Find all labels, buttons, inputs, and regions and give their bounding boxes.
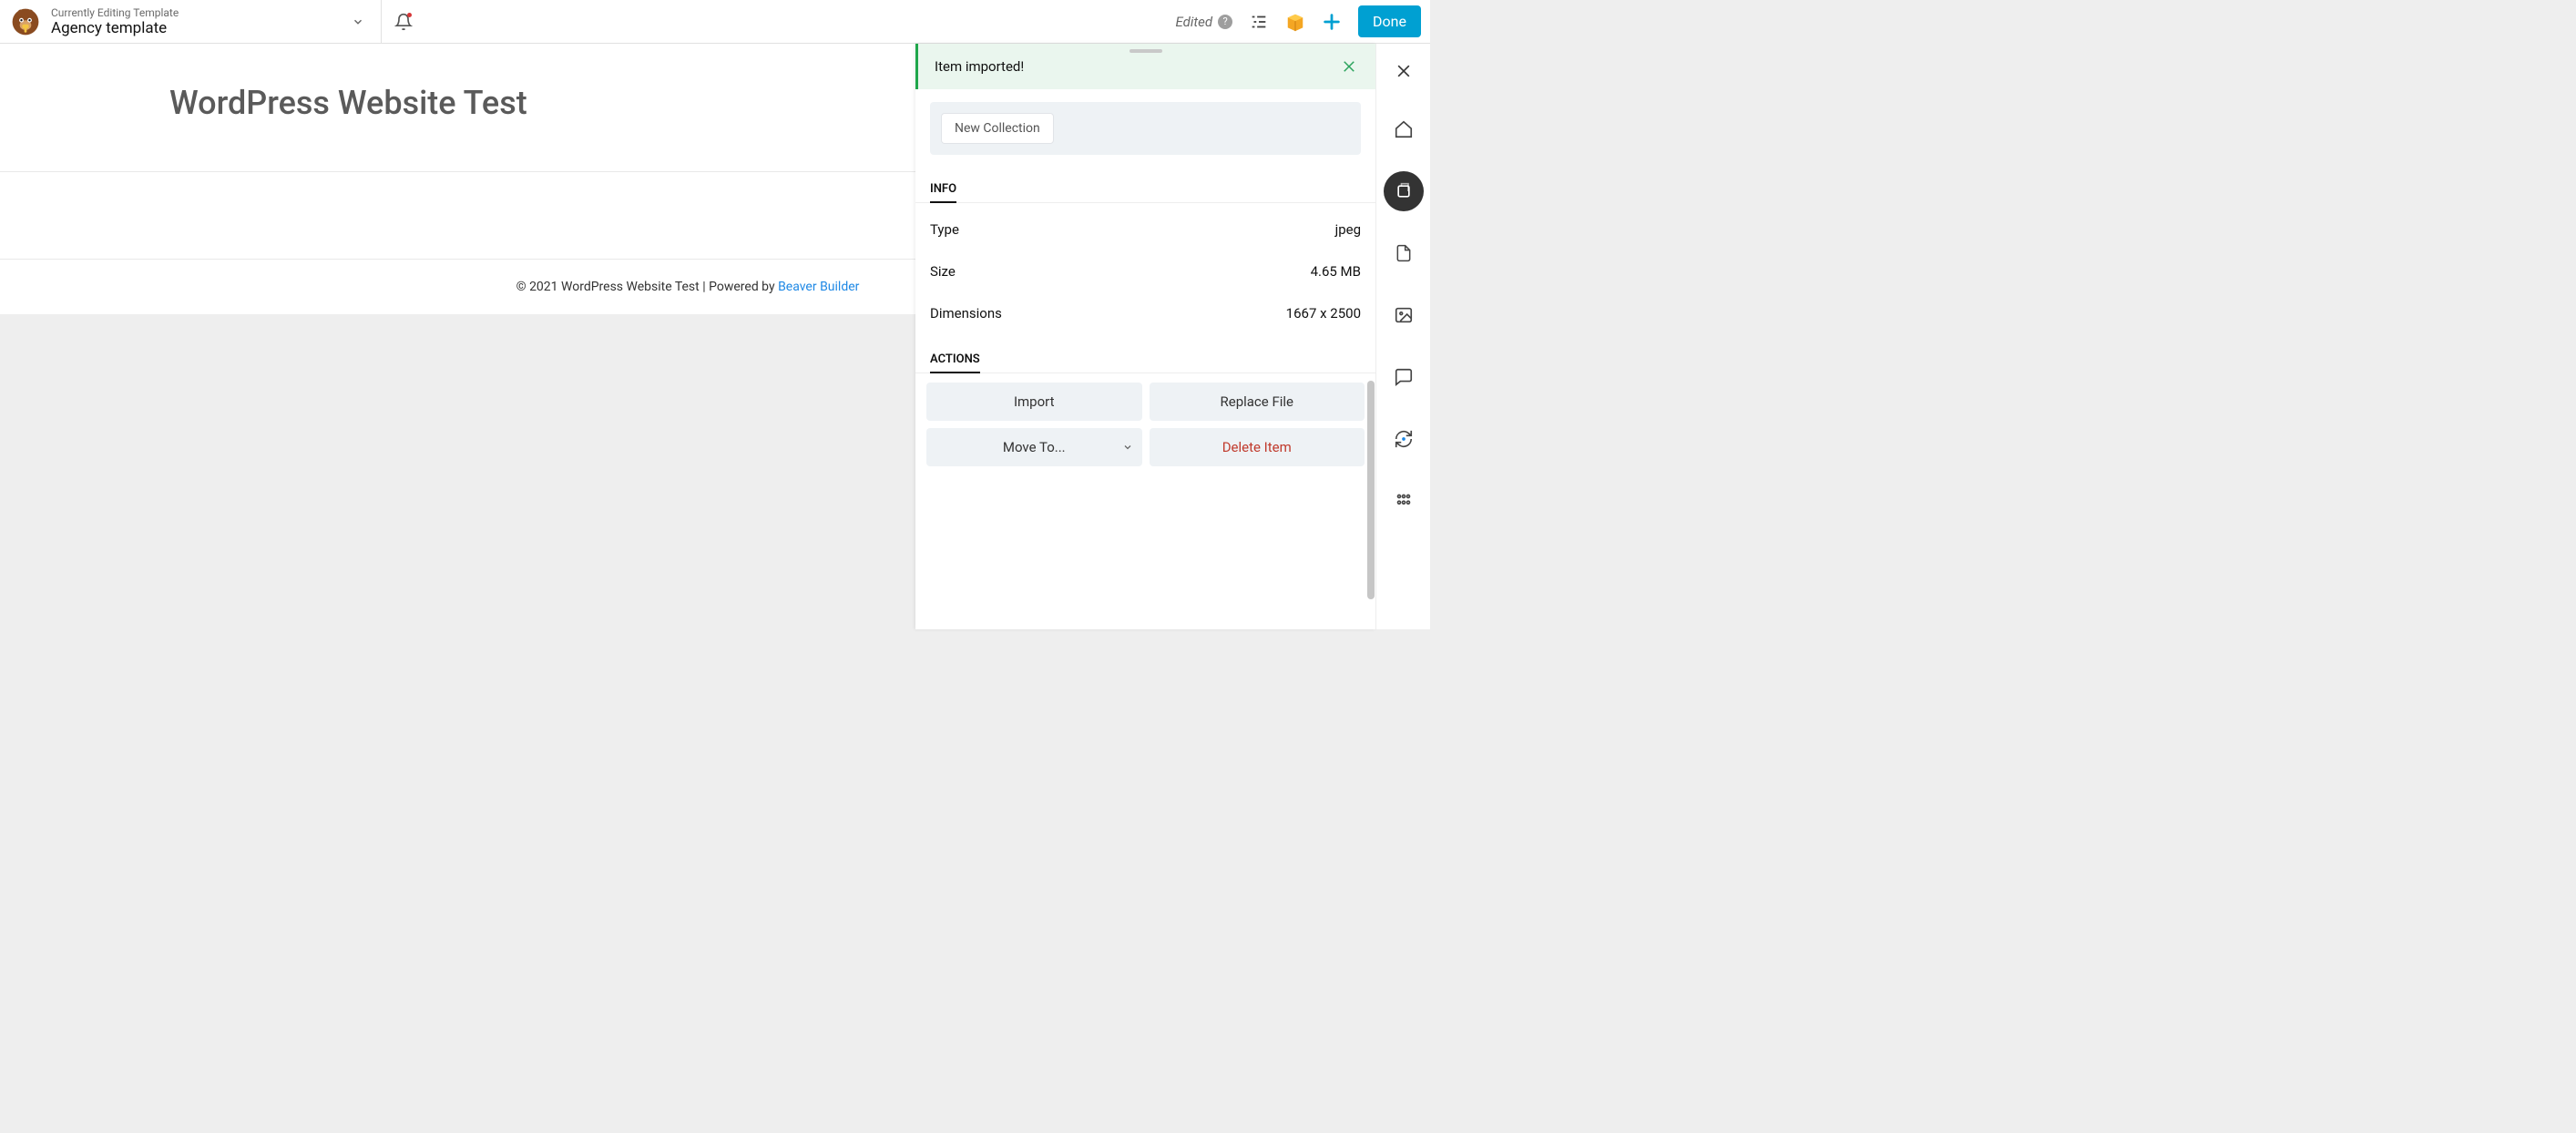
- sidebar-library[interactable]: [1384, 171, 1424, 211]
- info-dims-value: 1667 x 2500: [1286, 305, 1361, 322]
- info-size-label: Size: [930, 263, 956, 280]
- info-type-row: Type jpeg: [930, 209, 1361, 250]
- title-block: Currently Editing Template Agency templa…: [51, 6, 179, 37]
- notification-dot: [407, 13, 412, 17]
- item-panel: Item imported! New Collection INFO Type …: [915, 44, 1375, 629]
- app-logo: [9, 5, 42, 38]
- library-icon[interactable]: [1285, 12, 1305, 32]
- info-list: Type jpeg Size 4.65 MB Dimensions 1667 x…: [915, 203, 1375, 343]
- sidebar-apps[interactable]: [1384, 481, 1424, 521]
- add-icon[interactable]: [1322, 12, 1342, 32]
- done-button[interactable]: Done: [1358, 5, 1421, 37]
- import-button[interactable]: Import: [926, 383, 1142, 421]
- side-toolbar: [1375, 44, 1430, 629]
- template-title: Agency template: [51, 19, 179, 37]
- drag-handle[interactable]: [1130, 49, 1162, 53]
- replace-file-button[interactable]: Replace File: [1150, 383, 1365, 421]
- info-type-label: Type: [930, 221, 959, 238]
- title-block-wrap: Currently Editing Template Agency templa…: [0, 0, 382, 43]
- sidebar-home[interactable]: [1384, 109, 1424, 149]
- panel-scrollbar[interactable]: [1367, 381, 1375, 599]
- sidebar-document[interactable]: [1384, 233, 1424, 273]
- info-dims-label: Dimensions: [930, 305, 1002, 322]
- sidebar-sync[interactable]: [1384, 419, 1424, 459]
- actions-area: Import Replace File Move To... Delete It…: [915, 373, 1375, 475]
- close-icon[interactable]: [1395, 62, 1413, 80]
- actions-section-label: ACTIONS: [930, 352, 980, 373]
- info-section-label: INFO: [930, 182, 956, 203]
- sidebar-media[interactable]: [1384, 295, 1424, 335]
- topbar-right: Edited ? Done: [1176, 5, 1431, 37]
- editing-subtitle: Currently Editing Template: [51, 6, 179, 19]
- toast-close[interactable]: [1339, 56, 1359, 77]
- chevron-down-icon: [1122, 442, 1133, 453]
- logo-title: Currently Editing Template Agency templa…: [9, 5, 179, 38]
- footer-link[interactable]: Beaver Builder: [778, 280, 859, 294]
- sidebar-comments[interactable]: [1384, 357, 1424, 397]
- outline-icon[interactable]: [1249, 12, 1269, 32]
- info-size-value: 4.65 MB: [1311, 263, 1361, 280]
- collection-pill[interactable]: New Collection: [941, 113, 1054, 144]
- edited-indicator: Edited ?: [1176, 14, 1233, 30]
- info-dimensions-row: Dimensions 1667 x 2500: [930, 292, 1361, 334]
- notifications-button[interactable]: [382, 0, 425, 43]
- collection-row: New Collection: [930, 102, 1361, 155]
- help-icon[interactable]: ?: [1218, 15, 1232, 29]
- move-to-button[interactable]: Move To...: [926, 428, 1142, 466]
- title-dropdown[interactable]: [344, 8, 372, 36]
- toast-text: Item imported!: [935, 58, 1024, 75]
- footer-text: © 2021 WordPress Website Test | Powered …: [516, 280, 778, 294]
- info-type-value: jpeg: [1335, 221, 1361, 238]
- top-bar: Currently Editing Template Agency templa…: [0, 0, 1430, 44]
- delete-item-button[interactable]: Delete Item: [1150, 428, 1365, 466]
- info-size-row: Size 4.65 MB: [930, 250, 1361, 292]
